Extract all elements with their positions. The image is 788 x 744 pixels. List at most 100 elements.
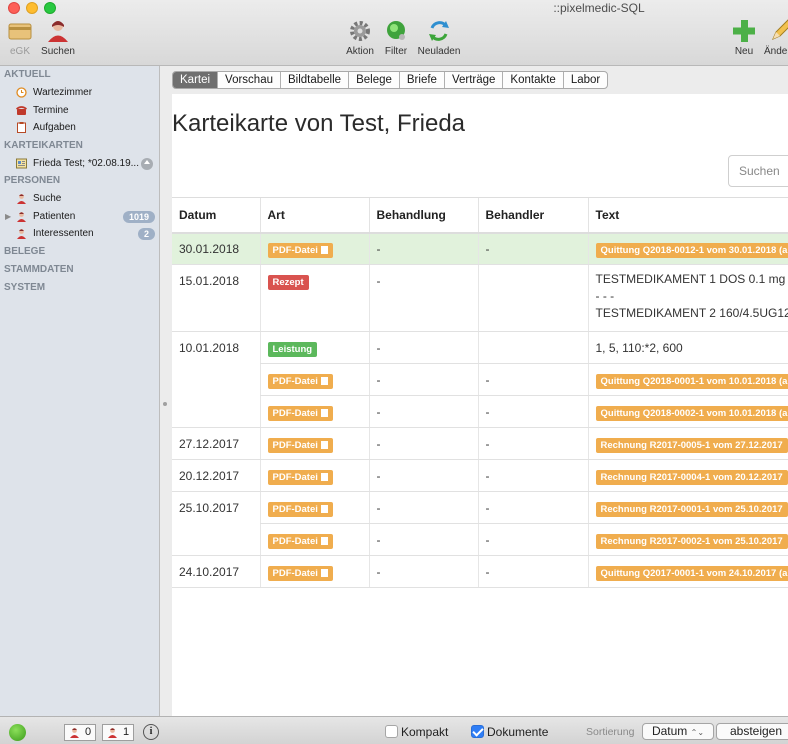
sidebar: AKTUELL Wartezimmer Termine Aufgaben KAR…	[0, 66, 160, 716]
cell-behandlung: -	[368, 523, 478, 556]
section-stammdaten[interactable]: STAMMDATEN	[0, 261, 159, 279]
new-button[interactable]: Neu	[731, 18, 757, 57]
sort-order-select[interactable]: absteigen	[716, 723, 788, 740]
cell-datum	[172, 523, 260, 556]
cell-datum	[172, 364, 260, 396]
document-link-badge[interactable]: Rechnung R2017-0004-1 vom 20.12.2017	[595, 470, 788, 485]
document-icon	[320, 377, 328, 385]
tab-vorschau[interactable]: Vorschau	[218, 72, 281, 88]
window-toolbar: ::pixelmedic-SQL eGK Suchen Aktion Filte…	[0, 0, 788, 66]
table-header-row: Datum Art Behandlung Behandler Text	[172, 197, 788, 234]
tab-vertraege[interactable]: Verträge	[445, 72, 504, 88]
document-link-badge[interactable]: Rechnung R2017-0002-1 vom 25.10.2017	[595, 534, 788, 549]
table-row[interactable]: 25.10.2017 PDF-Datei - - Rechnung R2017-…	[172, 491, 788, 524]
tab-belege[interactable]: Belege	[349, 72, 400, 88]
cell-behandlung: -	[368, 331, 478, 364]
sidebar-item-suche[interactable]: Suche	[0, 190, 159, 208]
tab-labor[interactable]: Labor	[564, 72, 607, 88]
document-link-badge[interactable]: Rechnung R2017-0005-1 vom 27.12.2017	[595, 438, 788, 453]
action-button[interactable]: Aktion	[345, 18, 375, 57]
gear-icon	[350, 21, 370, 41]
sidebar-item-patienten[interactable]: ▶ Patienten 1019	[0, 208, 159, 226]
egk-label: eGK	[9, 46, 30, 57]
table-row[interactable]: 15.01.2018 Rezept - TESTMEDIKAMENT 1 DOS…	[172, 264, 788, 332]
table-row[interactable]: PDF-Datei - - Quittung Q2018-0001-1 vom …	[172, 363, 788, 396]
tab-briefe[interactable]: Briefe	[400, 72, 445, 88]
column-header-datum[interactable]: Datum	[172, 197, 260, 234]
cell-text: Rechnung R2017-0004-1 vom 20.12.2017	[587, 459, 788, 492]
split-view-divider[interactable]	[163, 402, 167, 406]
clipboard-icon	[17, 122, 26, 133]
cell-datum: 24.10.2017	[172, 555, 260, 588]
egk-button[interactable]: eGK	[7, 18, 33, 57]
sort-field-select[interactable]: Datum ⌃⌄	[642, 723, 714, 740]
cell-behandler	[477, 264, 588, 332]
pdf-badge: PDF-Datei	[267, 438, 333, 453]
pencil-icon	[772, 19, 788, 40]
column-header-behandler[interactable]: Behandler	[477, 197, 588, 234]
person-icon	[17, 229, 26, 239]
neuladen-label: Neuladen	[417, 46, 461, 57]
counter-b[interactable]: 1	[102, 724, 135, 741]
counter-a[interactable]: 0	[64, 724, 97, 741]
document-link-badge[interactable]: Quittung Q2018-0012-1 vom 30.01.2018 (a	[595, 242, 788, 258]
tab-kontakte[interactable]: Kontakte	[503, 72, 564, 88]
aendern-label: Ände	[764, 46, 788, 57]
kompakt-checkbox[interactable]	[385, 725, 398, 738]
sidebar-item-wartezimmer[interactable]: Wartezimmer	[0, 84, 159, 102]
table-row[interactable]: PDF-Datei - - Rechnung R2017-0002-1 vom …	[172, 523, 788, 556]
table-row[interactable]: 10.01.2018 Leistung - 1, 5, 110:*2, 600	[172, 331, 788, 364]
table-row[interactable]: 30.01.2018 PDF-Datei - - Quittung Q2018-…	[172, 232, 788, 265]
tab-bildtabelle[interactable]: Bildtabelle	[281, 72, 350, 88]
info-icon[interactable]: i	[143, 724, 159, 740]
document-link-badge[interactable]: Quittung Q2018-0001-1 vom 10.01.2018 (a	[595, 374, 788, 389]
dokumente-checkbox[interactable]	[471, 725, 484, 738]
document-icon	[320, 505, 328, 513]
reload-button[interactable]: Neuladen	[417, 18, 461, 57]
search-input[interactable]: Suchen	[728, 155, 788, 187]
table-row[interactable]: 20.12.2017 PDF-Datei - - Rechnung R2017-…	[172, 459, 788, 492]
cell-behandlung: -	[368, 459, 478, 492]
edit-button[interactable]: Ände	[764, 18, 788, 57]
filter-button[interactable]: Filter	[381, 18, 411, 57]
document-link-badge[interactable]: Quittung Q2017-0001-1 vom 24.10.2017 (a	[595, 566, 788, 581]
eject-icon[interactable]	[141, 157, 153, 170]
tab-kartei[interactable]: Kartei	[173, 72, 219, 88]
document-link-badge[interactable]: Quittung Q2018-0002-1 vom 10.01.2018 (a	[595, 406, 788, 421]
sidebar-item-frieda[interactable]: Frieda Test; *02.08.19...	[0, 155, 159, 173]
interessenten-label: Interessenten	[33, 228, 94, 239]
document-link-badge[interactable]: Rechnung R2017-0001-1 vom 25.10.2017	[595, 502, 788, 517]
person-icon	[48, 21, 68, 42]
cell-text: Rechnung R2017-0002-1 vom 25.10.2017	[587, 523, 788, 556]
sortierung-label: Sortierung	[586, 726, 635, 738]
pdf-badge: PDF-Datei	[267, 534, 333, 549]
section-system[interactable]: SYSTEM	[0, 279, 159, 297]
cell-behandler: -	[477, 555, 588, 588]
table-row[interactable]: 27.12.2017 PDF-Datei - - Rechnung R2017-…	[172, 427, 788, 460]
cell-art: PDF-Datei	[259, 232, 369, 265]
person-icon	[108, 728, 117, 738]
window-title: ::pixelmedic-SQL	[553, 1, 645, 15]
column-header-text[interactable]: Text	[587, 197, 788, 234]
sidebar-item-aufgaben[interactable]: Aufgaben	[0, 119, 159, 137]
neu-label: Neu	[734, 46, 754, 57]
dokumente-label: Dokumente	[487, 725, 549, 739]
section-belege[interactable]: BELEGE	[0, 243, 159, 261]
document-icon	[320, 537, 328, 545]
column-header-art[interactable]: Art	[259, 197, 369, 234]
cell-behandlung: -	[368, 264, 478, 332]
search-patient-button[interactable]: Suchen	[40, 18, 76, 57]
cell-behandler: -	[477, 232, 588, 265]
pdf-badge: PDF-Datei	[267, 374, 333, 389]
sidebar-item-termine[interactable]: Termine	[0, 102, 159, 120]
cell-behandler: -	[477, 427, 588, 460]
cell-datum: 20.12.2017	[172, 459, 260, 492]
table-row[interactable]: PDF-Datei - - Quittung Q2018-0002-1 vom …	[172, 395, 788, 428]
table-row[interactable]: 24.10.2017 PDF-Datei - - Quittung Q2017-…	[172, 555, 788, 588]
record-table: Datum Art Behandlung Behandler Text 30.0…	[172, 197, 788, 588]
sidebar-item-interessenten[interactable]: Interessenten 2	[0, 225, 159, 243]
cell-datum: 15.01.2018	[172, 264, 260, 332]
column-header-behandlung[interactable]: Behandlung	[368, 197, 478, 234]
pdf-badge: PDF-Datei	[267, 406, 333, 421]
disclosure-triangle-icon[interactable]: ▶	[5, 208, 11, 226]
